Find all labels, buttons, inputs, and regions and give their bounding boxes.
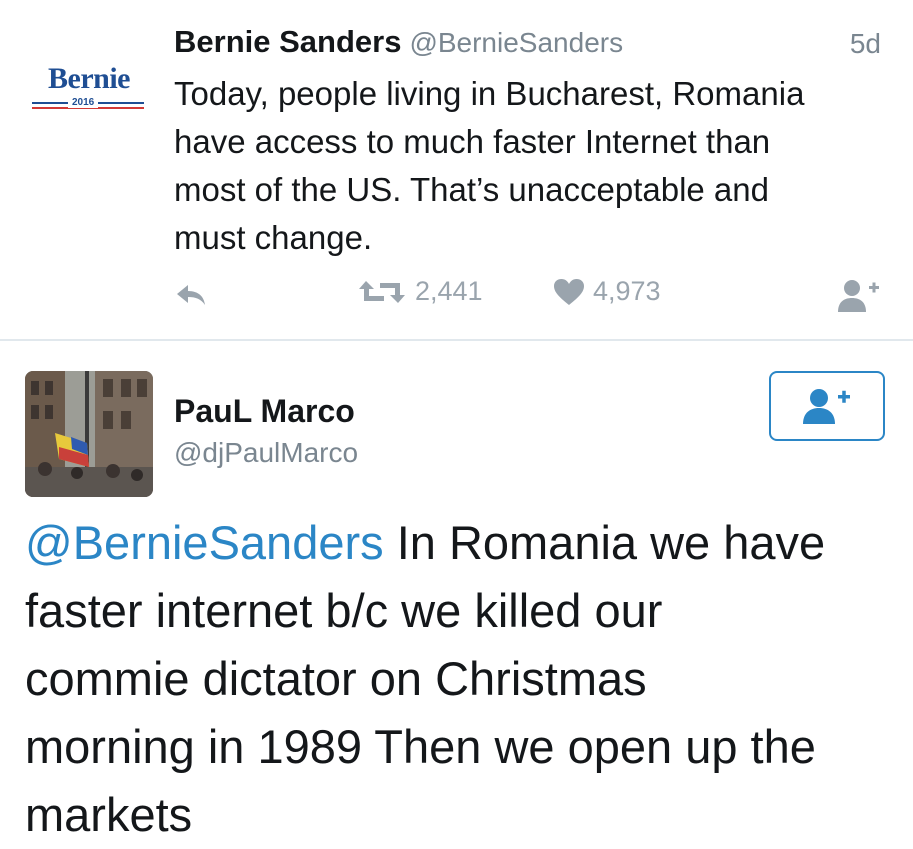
tweet-timestamp[interactable]: 5d — [850, 28, 881, 60]
author-name[interactable]: Bernie Sanders — [174, 24, 401, 59]
tweet-text: Today, people living in Bucharest, Roman… — [174, 75, 805, 256]
retweet-button[interactable]: 2,441 — [357, 276, 483, 307]
follow-user-icon — [838, 280, 879, 312]
logo-year: 2016 — [68, 97, 99, 108]
like-button[interactable]: 4,973 — [553, 276, 661, 307]
logo-word: Bernie — [48, 62, 130, 95]
retweet-icon — [359, 280, 405, 303]
tweet-actions: 2,441 4,973 — [0, 276, 913, 320]
like-count: 4,973 — [593, 276, 661, 306]
reply-button[interactable] — [174, 282, 208, 308]
reply-icon — [177, 285, 205, 305]
follow-user-icon — [803, 389, 850, 424]
follow-button[interactable] — [836, 278, 882, 314]
author-line: Bernie Sanders @BernieSanders — [174, 24, 623, 60]
retweet-count: 2,441 — [415, 276, 483, 306]
avatar-bernie-logo[interactable]: Bernie 2016 — [30, 62, 148, 122]
heart-icon — [554, 278, 584, 305]
author-handle[interactable]: @BernieSanders — [409, 27, 623, 58]
avatar-photo — [25, 371, 153, 497]
tweet-text: @BernieSanders In Romania we have faster… — [25, 509, 905, 849]
author-name[interactable]: PauL Marco — [174, 393, 355, 430]
author-handle[interactable]: @djPaulMarco — [174, 437, 358, 469]
avatar-paul[interactable] — [25, 371, 153, 497]
follow-button[interactable] — [769, 371, 885, 441]
tweet-bernie[interactable]: Bernie 2016 Bernie Sanders @BernieSanders… — [0, 0, 913, 340]
tweet-paul[interactable]: PauL Marco @djPaulMarco @BernieSanders I… — [0, 341, 913, 841]
mention-link[interactable]: @BernieSanders — [25, 516, 384, 569]
